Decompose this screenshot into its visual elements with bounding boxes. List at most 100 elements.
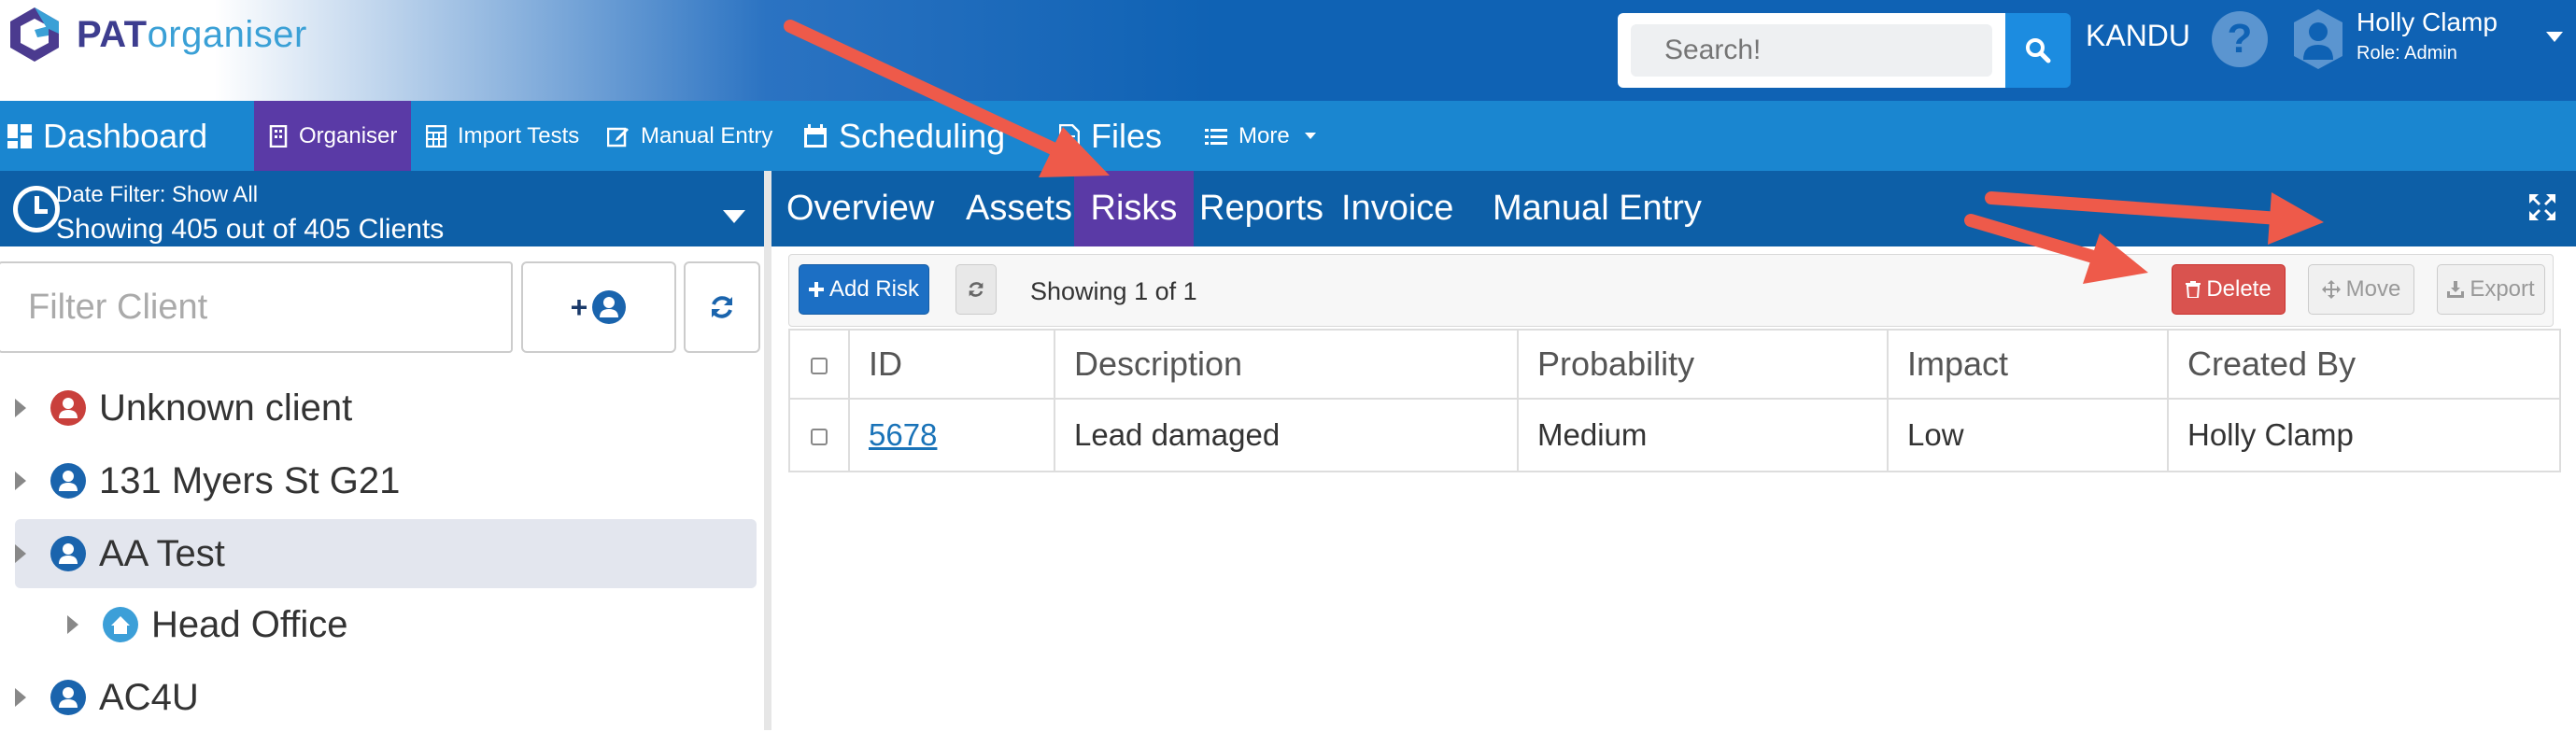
main-nav: Dashboard Organiser Import Tests Manual … xyxy=(0,101,2576,171)
client-tree-item[interactable]: 131 Myers St G21 xyxy=(15,446,753,515)
risk-id-cell: 5678 xyxy=(848,398,1055,472)
nav-scheduling[interactable]: Scheduling xyxy=(803,101,1005,171)
search-icon xyxy=(2026,38,2051,63)
expand-arrow-icon[interactable] xyxy=(15,399,26,417)
plus-icon xyxy=(808,282,824,297)
client-name: AA Test xyxy=(99,532,225,574)
refresh-icon xyxy=(712,296,732,318)
tab-manual-entry[interactable]: Manual Entry xyxy=(1478,171,1717,246)
col-description[interactable]: Description xyxy=(1054,329,1519,400)
client-tree-item-selected[interactable]: AA Test xyxy=(15,519,757,588)
showing-clients-count: Showing 405 out of 405 Clients xyxy=(56,214,445,245)
date-filter-label: Date Filter: Show All xyxy=(56,182,259,207)
logo-hexagon-icon xyxy=(10,7,59,62)
user-avatar-icon[interactable] xyxy=(2290,7,2346,71)
edit-icon xyxy=(607,127,629,147)
refresh-icon xyxy=(969,282,984,297)
risk-created-by: Holly Clamp xyxy=(2167,398,2561,472)
expand-arrow-icon[interactable] xyxy=(15,472,26,490)
client-sidebar: + Unknown client 131 Myers St G21 AA Tes… xyxy=(0,246,764,730)
risk-description: Lead damaged xyxy=(1054,398,1519,472)
expand-arrow-icon[interactable] xyxy=(15,688,26,707)
tab-invoice[interactable]: Invoice xyxy=(1326,171,1468,246)
client-icon xyxy=(50,680,86,715)
tab-assets[interactable]: Assets xyxy=(951,171,1087,246)
client-icon xyxy=(50,390,86,426)
list-icon xyxy=(1205,128,1227,145)
refresh-risks-button[interactable] xyxy=(955,264,997,315)
col-id[interactable]: ID xyxy=(848,329,1055,400)
client-name: 131 Myers St G21 xyxy=(99,459,401,501)
dashboard-icon xyxy=(7,123,32,148)
filter-client-box xyxy=(0,261,513,353)
nav-more[interactable]: More xyxy=(1205,101,1316,171)
client-icon xyxy=(592,290,627,324)
showing-count: Showing 1 of 1 xyxy=(1030,277,1197,305)
nav-manual-entry[interactable]: Manual Entry xyxy=(607,101,772,171)
add-client-button[interactable]: + xyxy=(521,261,676,353)
chevron-down-icon[interactable] xyxy=(723,210,745,223)
calculator-icon xyxy=(426,124,446,148)
filter-client-input[interactable] xyxy=(0,263,511,351)
trash-icon xyxy=(2186,281,2201,298)
tab-reports[interactable]: Reports xyxy=(1184,171,1338,246)
client-name: AC4U xyxy=(99,676,199,718)
row-select-cell xyxy=(788,398,850,472)
refresh-clients-button[interactable] xyxy=(684,261,760,353)
nav-organiser[interactable]: Organiser xyxy=(254,101,411,171)
client-icon xyxy=(50,536,86,571)
move-button[interactable]: Move xyxy=(2308,264,2414,315)
date-filter-panel[interactable]: Date Filter: Show All Showing 405 out of… xyxy=(0,171,764,246)
search-box xyxy=(1618,13,2005,88)
building-icon xyxy=(269,124,288,148)
client-tree-item[interactable]: Unknown client xyxy=(15,373,753,443)
risk-probability: Medium xyxy=(1517,398,1889,472)
chevron-down-icon xyxy=(1304,133,1316,139)
nav-dashboard[interactable]: Dashboard xyxy=(7,101,207,171)
clock-icon xyxy=(13,186,60,232)
site-home-icon xyxy=(103,607,138,642)
nav-files[interactable]: Files xyxy=(1059,101,1162,171)
row-checkbox[interactable] xyxy=(811,429,828,446)
col-impact[interactable]: Impact xyxy=(1887,329,2169,400)
table-row[interactable]: 5678 Lead damaged Medium Low Holly Clamp xyxy=(788,398,2561,472)
tab-risks[interactable]: Risks xyxy=(1074,171,1194,246)
risks-toolbar: Add Risk Showing 1 of 1 Delete Move Expo… xyxy=(788,254,2554,327)
search-button[interactable] xyxy=(2005,13,2071,88)
delete-button[interactable]: Delete xyxy=(2172,264,2286,315)
client-icon xyxy=(50,463,86,499)
calendar-icon xyxy=(804,123,827,148)
client-tree-item[interactable]: AC4U xyxy=(15,663,753,732)
export-button[interactable]: Export xyxy=(2437,264,2545,315)
select-all-cell xyxy=(788,329,850,400)
logo[interactable]: PATorganiser xyxy=(6,6,307,63)
search-input[interactable] xyxy=(1631,24,1992,77)
tab-overview[interactable]: Overview xyxy=(771,171,949,246)
client-name: Unknown client xyxy=(99,387,353,429)
select-all-checkbox[interactable] xyxy=(811,358,828,375)
user-role: Role: Admin xyxy=(2357,43,2457,63)
logo-text: PATorganiser xyxy=(77,13,307,55)
table-header-row: ID Description Probability Impact Create… xyxy=(788,329,2561,400)
expand-arrow-icon[interactable] xyxy=(15,544,26,563)
user-name[interactable]: Holly Clamp xyxy=(2357,7,2498,37)
client-tabs: Overview Assets Risks Reports Invoice Ma… xyxy=(771,171,2576,246)
tenant-name[interactable]: KANDU xyxy=(2086,19,2190,53)
risks-table: ID Description Probability Impact Create… xyxy=(788,329,2561,472)
col-probability[interactable]: Probability xyxy=(1517,329,1889,400)
col-created-by[interactable]: Created By xyxy=(2167,329,2561,400)
move-icon xyxy=(2321,280,2341,299)
site-tree-item[interactable]: Head Office xyxy=(67,590,757,659)
risk-id-link[interactable]: 5678 xyxy=(869,417,937,452)
user-menu-caret-icon[interactable] xyxy=(2546,32,2563,42)
download-icon xyxy=(2447,281,2465,298)
nav-import-tests[interactable]: Import Tests xyxy=(426,101,579,171)
add-risk-button[interactable]: Add Risk xyxy=(799,264,929,315)
expand-icon[interactable] xyxy=(2527,192,2557,222)
top-bar: PATorganiser KANDU ? Holly Clamp Role: A… xyxy=(0,0,2576,101)
risks-panel: Add Risk Showing 1 of 1 Delete Move Expo… xyxy=(771,246,2576,730)
expand-arrow-icon[interactable] xyxy=(67,615,78,634)
panel-divider[interactable] xyxy=(764,171,771,730)
help-icon[interactable]: ? xyxy=(2212,11,2268,67)
file-icon xyxy=(1059,123,1080,148)
